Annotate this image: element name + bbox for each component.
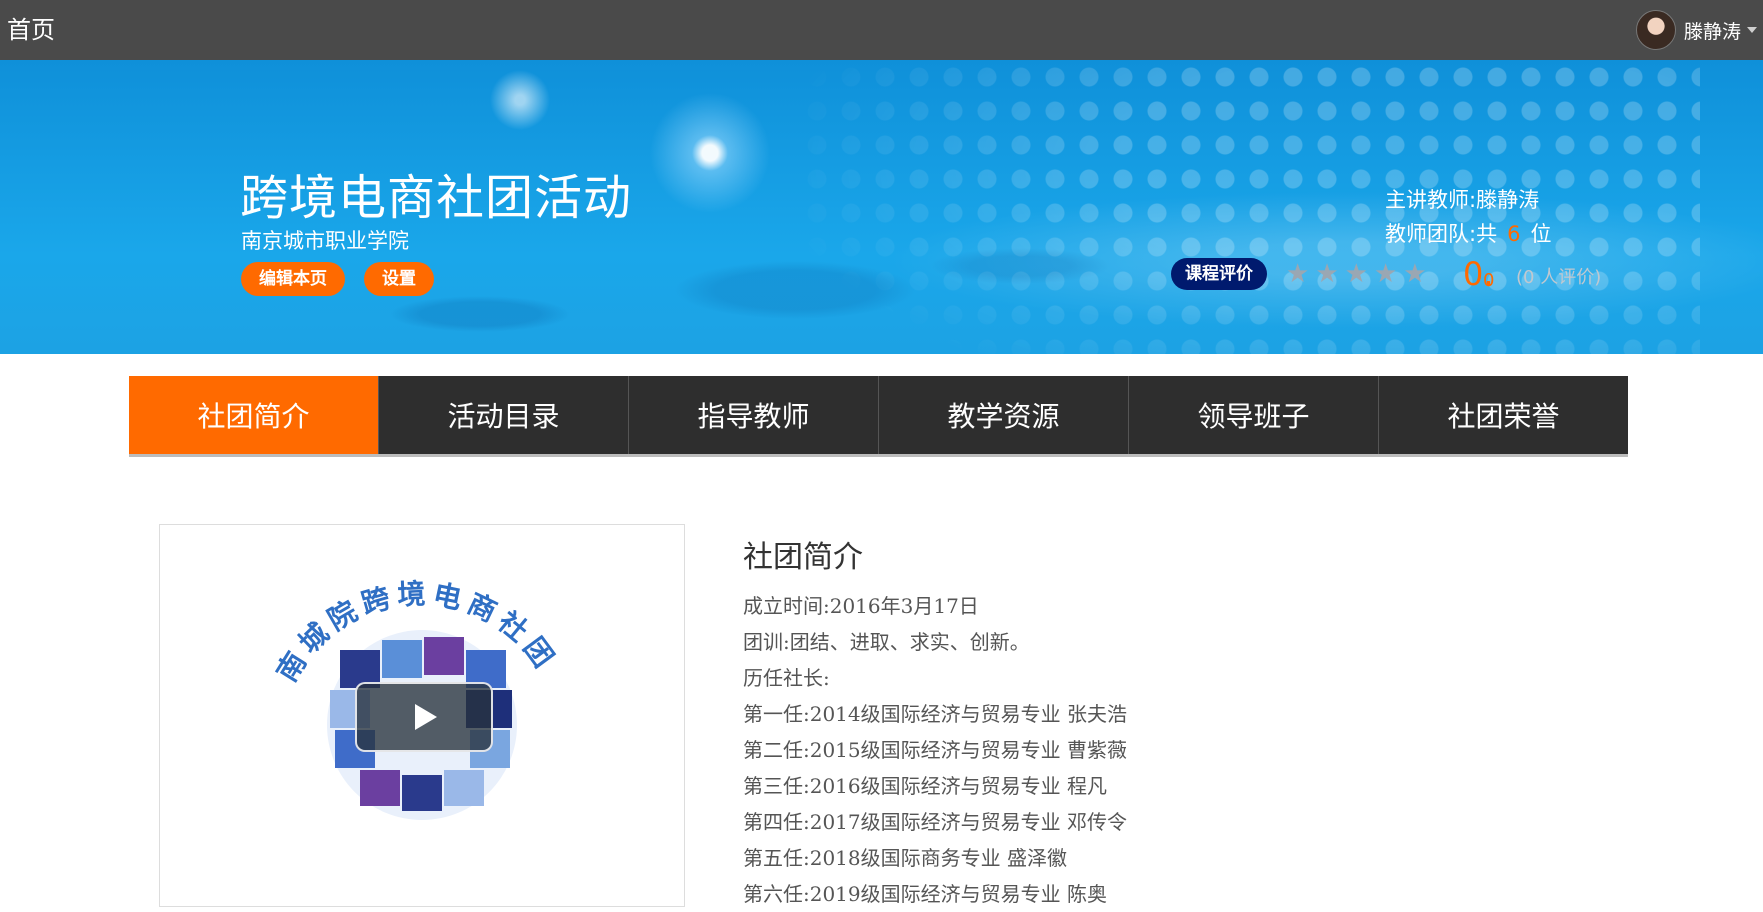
- tab-club-intro[interactable]: 社团简介: [129, 376, 379, 454]
- user-menu[interactable]: 滕静涛: [1635, 10, 1757, 50]
- intro-line: 历任社长:: [743, 666, 830, 690]
- intro-line: 第五任:2018级国际商务专业 盛泽徽: [743, 846, 1067, 870]
- intro-line: 第三任:2016级国际经济与贸易专业 程凡: [743, 774, 1107, 798]
- main-teacher-label: 主讲教师:: [1385, 188, 1477, 212]
- intro-heading: 社团简介: [743, 540, 863, 575]
- intro-line: 第二任:2015级国际经济与贸易专业 曹紫薇: [743, 738, 1127, 762]
- rating-stars[interactable]: ★ ★ ★ ★ ★: [1286, 258, 1433, 290]
- intro-line: 成立时间:2016年3月17日: [743, 594, 979, 618]
- star-icon[interactable]: ★: [1403, 258, 1426, 290]
- intro-line: 第一任:2014级国际经济与贸易专业 张夫浩: [743, 702, 1127, 726]
- team-count[interactable]: 6: [1507, 222, 1520, 246]
- teacher-team: 教师团队:共 6 位: [1385, 218, 1551, 248]
- settings-button[interactable]: 设置: [364, 262, 434, 296]
- tab-activity-catalog[interactable]: 活动目录: [379, 376, 629, 454]
- course-rating-button[interactable]: 课程评价: [1171, 258, 1267, 290]
- tab-leadership[interactable]: 领导班子: [1129, 376, 1379, 454]
- rating-count: (0 人评价): [1516, 267, 1602, 288]
- course-title: 跨境电商社团活动: [240, 170, 633, 226]
- intro-line: 团训:团结、进取、求实、创新。: [743, 630, 1030, 654]
- intro-video[interactable]: 南城院跨境电商社团: [159, 524, 685, 907]
- main-nav: 社团简介 活动目录 指导教师 教学资源 领导班子 社团荣誉: [129, 376, 1628, 454]
- star-icon[interactable]: ★: [1286, 258, 1309, 290]
- rating-score-decimal: 0: [1483, 270, 1495, 291]
- main-teacher: 主讲教师:滕静涛: [1385, 184, 1539, 214]
- tab-advisors[interactable]: 指导教师: [629, 376, 879, 454]
- intro-line: 第六任:2019级国际经济与贸易专业 陈奥: [743, 882, 1107, 906]
- school-name: 南京城市职业学院: [241, 229, 409, 253]
- play-button[interactable]: [355, 682, 493, 752]
- intro-line: 第四任:2017级国际经济与贸易专业 邓传令: [743, 810, 1127, 834]
- main-teacher-name[interactable]: 滕静涛: [1476, 188, 1539, 212]
- tab-club-honors[interactable]: 社团荣誉: [1379, 376, 1628, 454]
- club-intro-section: 社团简介 成立时间:2016年3月17日 团训:团结、进取、求实、创新。 历任社…: [743, 532, 1703, 912]
- play-icon[interactable]: [415, 704, 437, 730]
- team-unit: 位: [1530, 222, 1552, 246]
- star-icon[interactable]: ★: [1315, 258, 1338, 290]
- star-icon[interactable]: ★: [1345, 258, 1368, 290]
- home-link[interactable]: 首页: [7, 10, 55, 45]
- tab-teaching-resources[interactable]: 教学资源: [879, 376, 1129, 454]
- chevron-down-icon[interactable]: [1747, 27, 1757, 33]
- star-icon[interactable]: ★: [1374, 258, 1397, 290]
- top-bar: 首页 滕静涛: [0, 0, 1763, 60]
- edit-page-button[interactable]: 编辑本页: [241, 262, 345, 296]
- user-avatar[interactable]: [1635, 10, 1676, 50]
- team-label: 教师团队:共: [1385, 222, 1498, 246]
- username[interactable]: 滕静涛: [1684, 17, 1741, 44]
